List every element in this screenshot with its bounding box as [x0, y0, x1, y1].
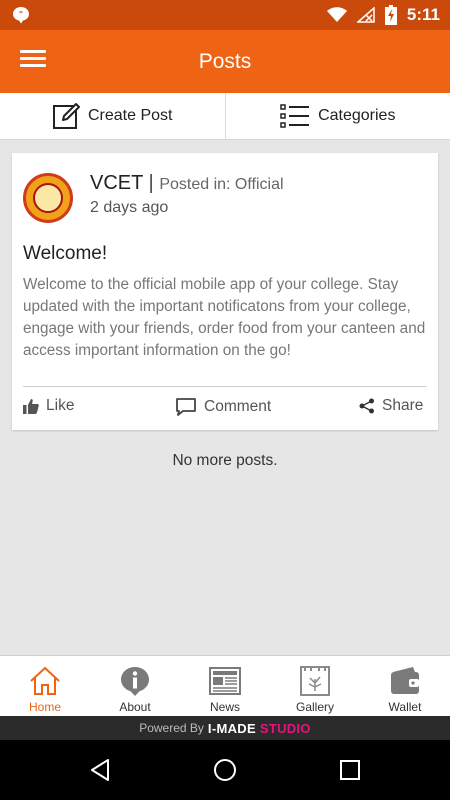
share-button[interactable]: Share	[359, 397, 423, 415]
no-signal-icon	[356, 7, 375, 23]
home-button-icon[interactable]	[213, 758, 237, 782]
powered-by-footer: Powered By I-MADE STUDIO	[0, 716, 450, 740]
categories-button[interactable]: Categories	[226, 93, 450, 139]
create-post-button[interactable]: Create Post	[0, 93, 226, 139]
feed-end-message: No more posts.	[172, 452, 278, 469]
post-body: Welcome to the official mobile app of yo…	[23, 276, 426, 359]
system-navigation-bar	[0, 740, 450, 800]
nav-wallet-label: Wallet	[388, 700, 422, 714]
post-author-line: VCET | Posted in: Official	[90, 172, 284, 195]
recents-icon[interactable]	[338, 758, 362, 782]
nav-home-label: Home	[28, 700, 61, 714]
thumbs-up-icon	[23, 399, 39, 414]
nav-wallet[interactable]: Wallet	[360, 656, 450, 716]
info-icon	[121, 667, 149, 696]
comment-icon	[176, 398, 196, 416]
nav-news[interactable]: News	[180, 656, 270, 716]
categories-label: Categories	[318, 107, 396, 124]
share-label: Share	[382, 397, 424, 414]
list-icon	[280, 104, 310, 128]
wifi-icon	[326, 7, 347, 22]
divider	[23, 386, 427, 387]
post-action-bar: Create Post Categories	[0, 93, 450, 140]
post-category: Posted in: Official	[159, 176, 284, 193]
nav-gallery[interactable]: Gallery	[270, 656, 360, 716]
gallery-icon	[300, 666, 330, 696]
nav-home[interactable]: Home	[0, 656, 90, 716]
battery-charging-icon	[384, 5, 397, 25]
post-card: VCET | Posted in: Official 2 days ago We…	[12, 153, 438, 430]
nav-news-label: News	[209, 700, 240, 714]
svg-text:": "	[19, 10, 23, 19]
post-timestamp: 2 days ago	[90, 199, 169, 216]
like-label: Like	[46, 397, 75, 414]
create-post-label: Create Post	[88, 107, 173, 124]
clock: 5:11	[406, 5, 440, 24]
post-actions: Like Comment Share	[12, 393, 438, 421]
like-button[interactable]: Like	[23, 397, 74, 415]
status-bar: " 5:11	[0, 0, 450, 30]
wallet-icon	[391, 667, 419, 694]
author-separator: |	[148, 172, 154, 194]
post-author[interactable]: VCET	[90, 172, 143, 194]
page-title: Posts	[198, 50, 252, 73]
powered-by-label: Powered By	[139, 721, 204, 735]
edit-icon	[53, 103, 80, 129]
nav-gallery-label: Gallery	[295, 700, 334, 714]
college-logo-avatar	[23, 173, 73, 223]
back-icon[interactable]	[88, 758, 112, 782]
share-icon	[359, 398, 374, 414]
post-title: Welcome!	[23, 243, 108, 264]
home-icon	[30, 666, 60, 695]
chat-bubble-icon: "	[13, 7, 29, 24]
nav-about-label: About	[119, 700, 151, 714]
nav-about[interactable]: About	[90, 656, 180, 716]
comment-label: Comment	[204, 398, 272, 415]
brand-logo: I-MADE STUDIO	[207, 720, 311, 736]
app-bar: Posts	[0, 30, 450, 93]
bottom-navigation: Home About News Gallery Wallet	[0, 655, 450, 716]
newspaper-icon	[209, 667, 241, 695]
comment-button[interactable]: Comment	[175, 397, 271, 417]
